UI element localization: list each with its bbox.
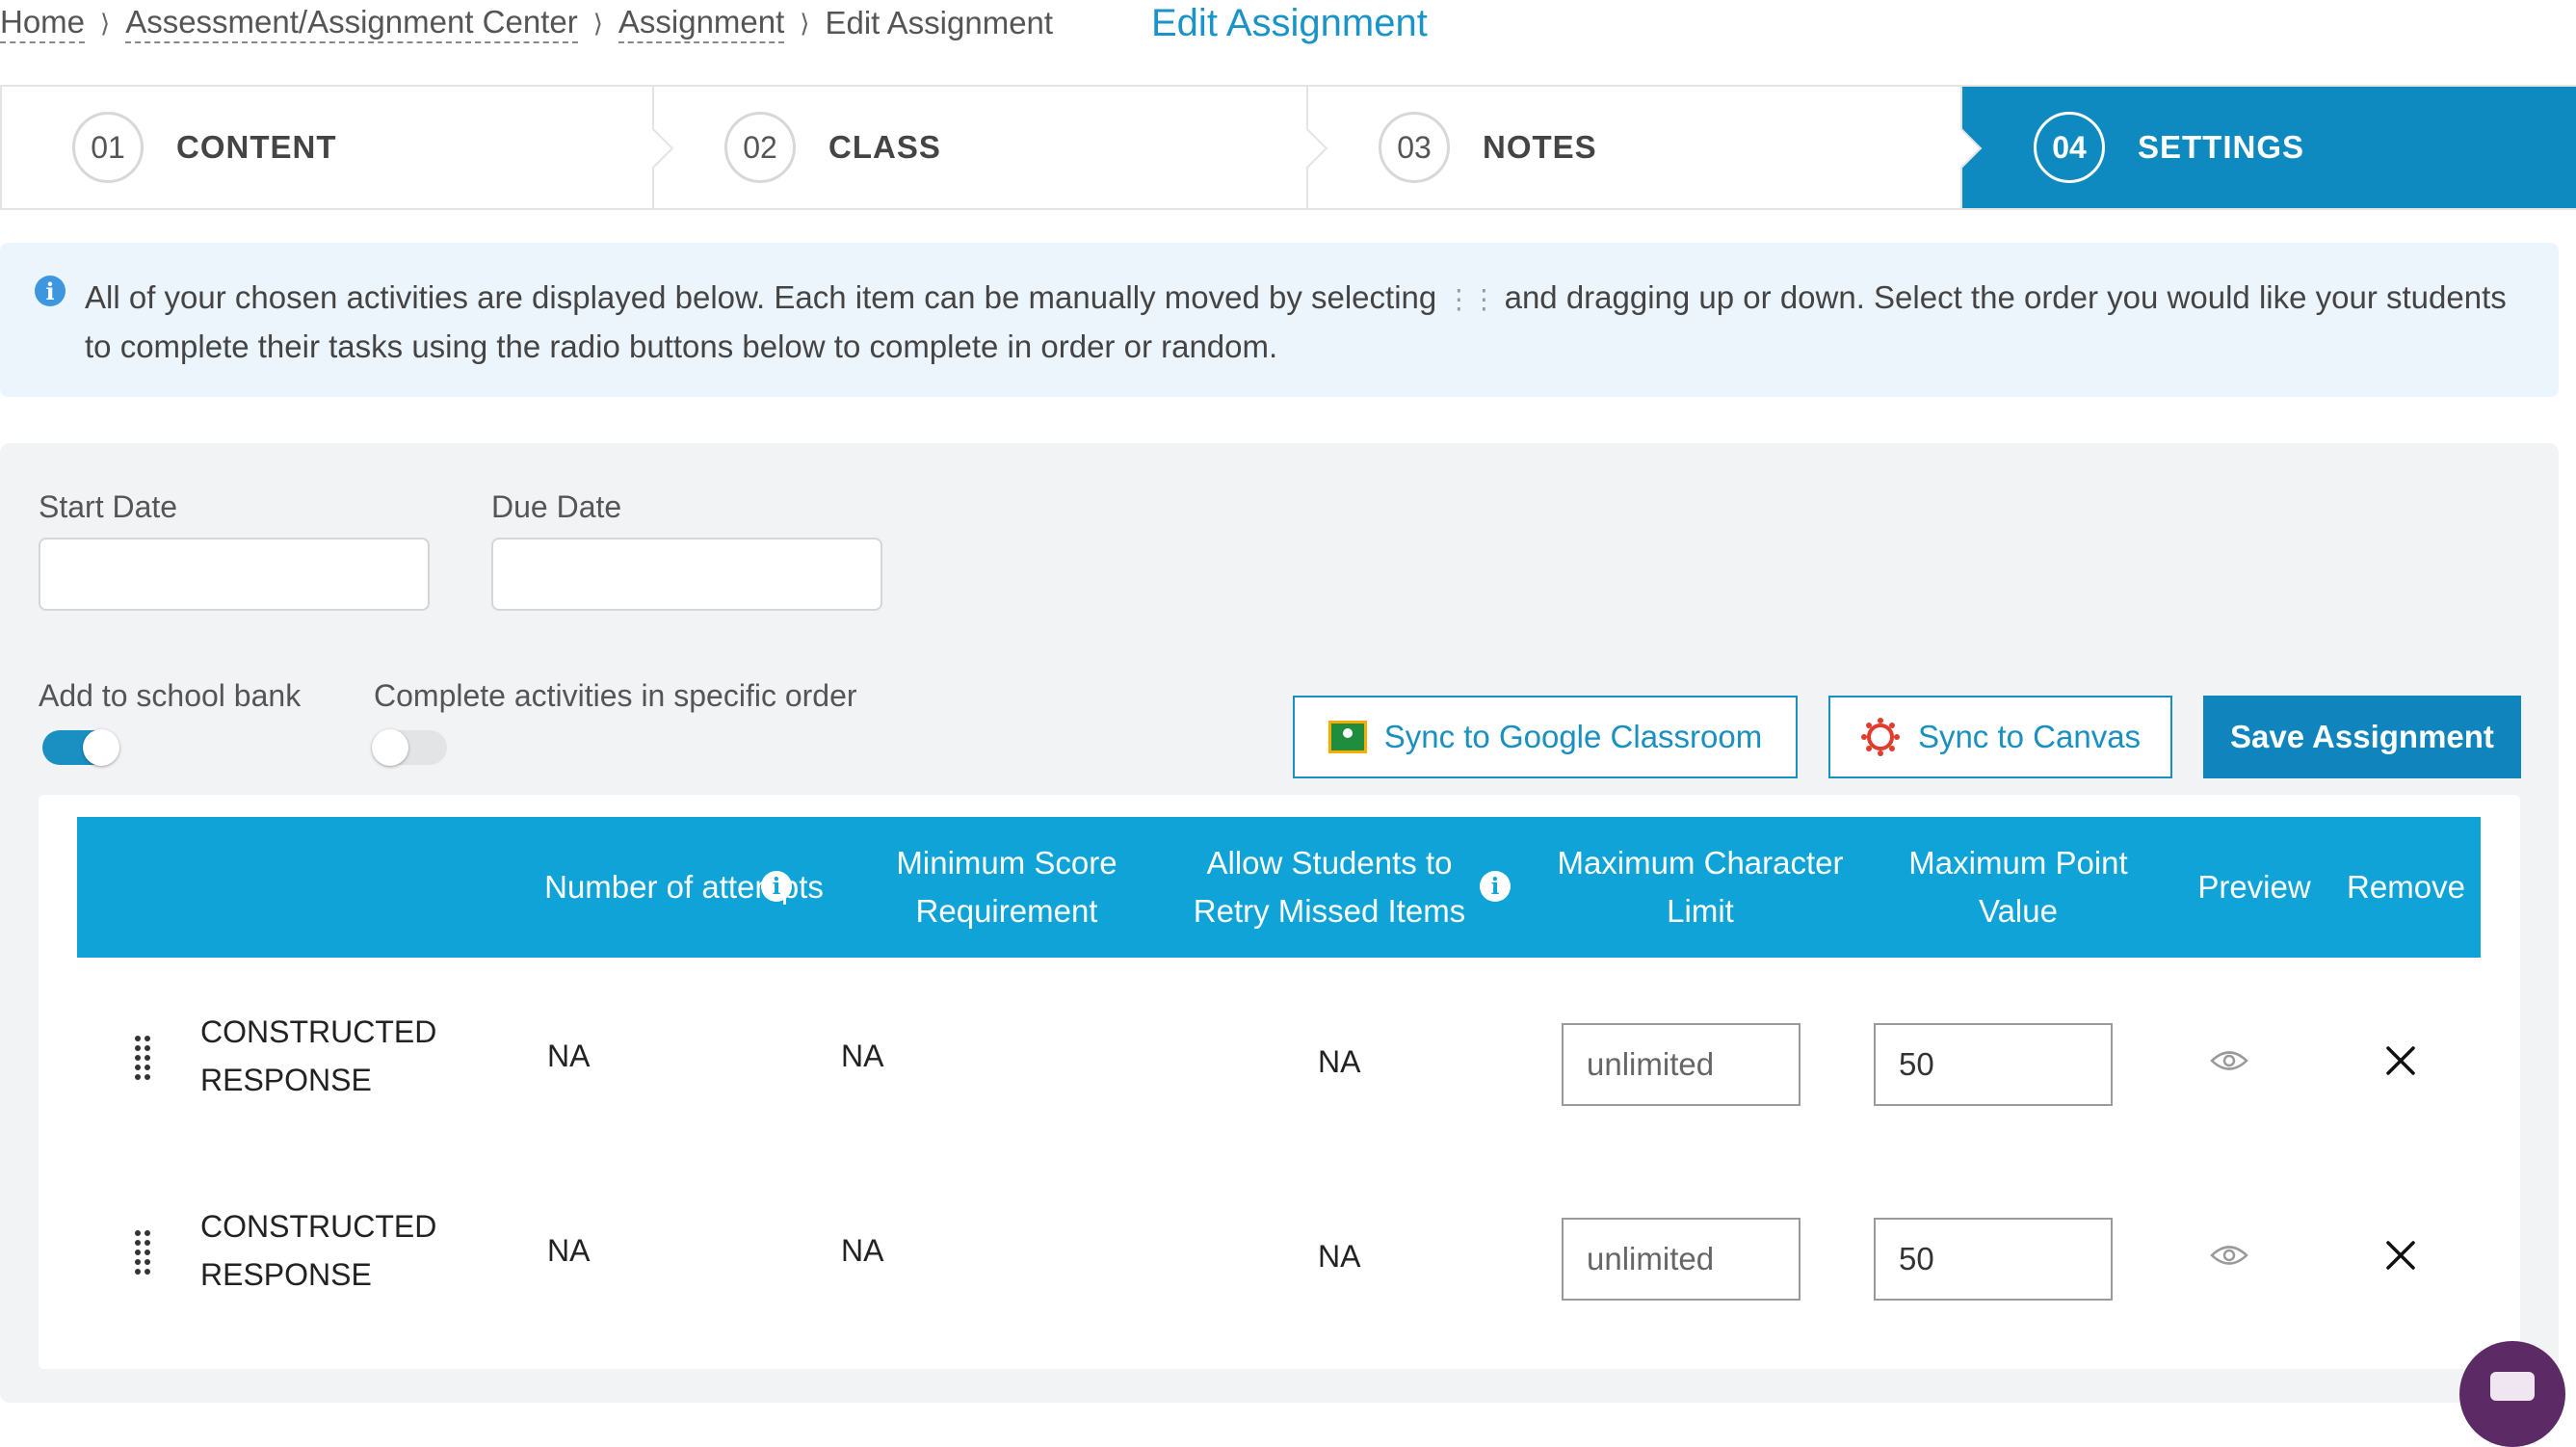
header-preview: Preview (2197, 869, 2311, 905)
eye-icon[interactable] (2210, 1048, 2248, 1073)
google-classroom-icon (1327, 721, 1367, 753)
due-date-input[interactable] (491, 538, 882, 611)
save-assignment-button[interactable]: Save Assignment (2203, 696, 2521, 778)
sync-canvas-label: Sync to Canvas (1917, 719, 2142, 754)
char-limit-input[interactable] (1562, 1218, 1801, 1301)
drag-handle-icon: ⋮⋮ (1445, 284, 1497, 314)
header-max-point: Maximum Point Value (1908, 845, 2128, 929)
char-limit-input[interactable] (1562, 1023, 1801, 1106)
page-title: Edit Assignment (1151, 2, 1428, 44)
school-bank-label: Add to school bank (39, 678, 302, 713)
due-date-label: Due Date (491, 489, 622, 524)
step-number: 01 (72, 112, 144, 183)
specific-order-label: Complete activities in specific order (374, 678, 857, 713)
chevron-right-icon: ⟩ (100, 8, 111, 38)
chevron-right-icon: ⟩ (592, 8, 603, 38)
step-class[interactable]: 02 CLASS (654, 87, 1328, 208)
attempts-info-icon[interactable]: i (761, 871, 792, 902)
info-icon: i (35, 276, 66, 306)
chevron-right-icon: ⟩ (800, 8, 810, 38)
point-value-input[interactable] (1874, 1218, 2113, 1301)
step-label: SETTINGS (2138, 129, 2305, 165)
close-icon[interactable] (2384, 1044, 2417, 1077)
point-value-input[interactable] (1874, 1023, 2113, 1106)
toggle-knob (372, 729, 408, 766)
start-date-label: Start Date (39, 489, 178, 524)
breadcrumb-home-link[interactable]: Home (0, 3, 86, 43)
row-retry: NA (1318, 1239, 1361, 1274)
drag-handle-icon[interactable] (135, 1036, 156, 1080)
step-label: CONTENT (176, 129, 337, 165)
row-retry: NA (1318, 1044, 1361, 1079)
breadcrumb-current: Edit Assignment (825, 5, 1054, 40)
header-min-score: Minimum Score Requirement (896, 845, 1117, 929)
breadcrumb: Home ⟩ Assessment/Assignment Center ⟩ As… (0, 0, 1053, 46)
row-attempts: NA (547, 1233, 591, 1268)
header-max-char: Maximum Character Limit (1557, 845, 1844, 929)
drag-handle-icon[interactable] (135, 1230, 156, 1275)
chat-icon (2490, 1372, 2535, 1401)
step-number: 02 (724, 112, 796, 183)
row-min-score: NA (841, 1039, 884, 1073)
step-number: 03 (1379, 112, 1450, 183)
school-bank-toggle[interactable] (42, 729, 119, 766)
start-date-input[interactable] (39, 538, 430, 611)
step-notes[interactable]: 03 NOTES (1308, 87, 1983, 208)
sync-canvas-button[interactable]: Sync to Canvas (1828, 696, 2172, 778)
sync-google-classroom-button[interactable]: Sync to Google Classroom (1293, 696, 1798, 778)
step-navigation: 01 CONTENT 02 CLASS 03 NOTES 04 SETTINGS (0, 85, 2576, 210)
row-activity-type: CONSTRUCTED RESPONSE (200, 1014, 437, 1097)
breadcrumb-assignment-link[interactable]: Assignment (618, 3, 785, 43)
step-settings[interactable]: 04 SETTINGS (1962, 87, 2576, 208)
step-number: 04 (2034, 112, 2105, 183)
info-message: All of your chosen activities are displa… (85, 274, 2532, 370)
breadcrumb-center-link[interactable]: Assessment/Assignment Center (125, 3, 578, 43)
close-icon[interactable] (2384, 1239, 2417, 1272)
step-label: CLASS (828, 129, 941, 165)
row-attempts: NA (547, 1039, 591, 1073)
toggle-knob (83, 729, 119, 766)
row-min-score: NA (841, 1233, 884, 1268)
step-label: NOTES (1483, 129, 1597, 165)
chat-button[interactable] (2459, 1341, 2565, 1447)
step-content[interactable]: 01 CONTENT (0, 87, 674, 208)
header-remove: Remove (2347, 869, 2465, 905)
info-text-before: All of your chosen activities are displa… (85, 279, 1437, 315)
specific-order-toggle[interactable] (372, 729, 447, 766)
eye-icon[interactable] (2210, 1243, 2248, 1268)
sync-google-classroom-label: Sync to Google Classroom (1383, 719, 1763, 754)
header-retry: Allow Students to Retry Missed Items (1193, 845, 1466, 929)
row-activity-type: CONSTRUCTED RESPONSE (200, 1209, 437, 1292)
canvas-icon (1860, 718, 1900, 756)
retry-info-icon[interactable]: i (1480, 871, 1511, 902)
table-header: Number of attempts i Minimum Score Requi… (77, 817, 2481, 958)
